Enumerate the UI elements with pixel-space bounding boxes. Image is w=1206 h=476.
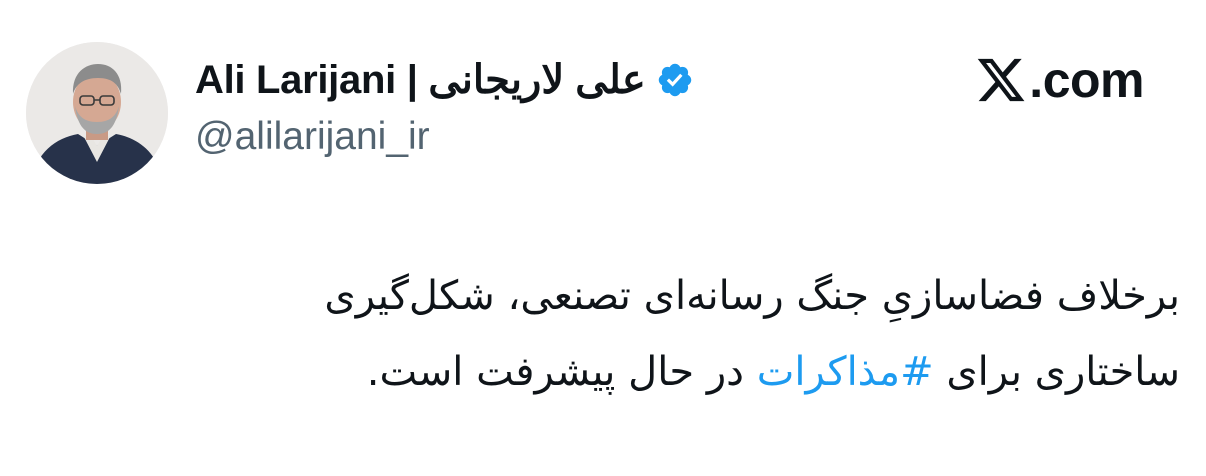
verified-badge-icon [656,61,694,99]
tweet-line-2-start: ساختاری برای [933,349,1180,395]
profile-photo [26,42,168,184]
x-logo-icon [975,54,1027,106]
avatar[interactable] [26,42,168,184]
author-name-row: Ali Larijani | علی لاریجانی [195,50,694,110]
author-display-name[interactable]: Ali Larijani | علی لاریجانی [195,57,646,103]
author-handle[interactable]: @alilarijani_ir [195,115,430,159]
brand-domain-text: .com [1029,52,1144,108]
tweet-line-2-end: در حال پیشرفت است. [366,349,757,395]
tweet-line-1: برخلاف فضاسازیِ جنگ رسانه‌ای تصنعی، شکل‌… [324,273,1180,319]
tweet-body: برخلاف فضاسازیِ جنگ رسانه‌ای تصنعی، شکل‌… [120,258,1180,410]
tweet-line-2: ساختاری برای #مذاکرات در حال پیشرفت است. [120,334,1180,410]
brand-watermark: .com [975,48,1144,112]
hashtag-link[interactable]: #مذاکرات [757,349,934,395]
